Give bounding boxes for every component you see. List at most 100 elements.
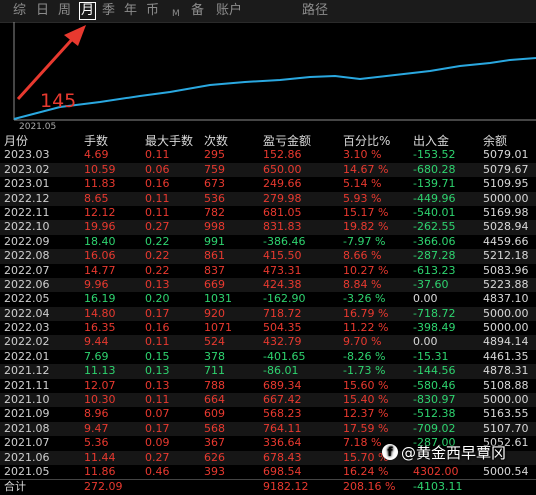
flow-cell: -680.28 (413, 162, 456, 176)
pnl-cell: 415.50 (263, 249, 302, 263)
month-cell: 2023.01 (4, 177, 50, 191)
header-deposit-withdraw[interactable]: 出入金 (413, 134, 449, 148)
table-row[interactable]: 2022.09 18.40 0.22 991 -386.46 -7.97 % -366.06… (0, 235, 536, 249)
balance-cell: 5000.54 (483, 464, 529, 478)
equity-chart-svg (13, 22, 536, 121)
table-row[interactable]: 2021.09 8.96 0.07 609 568.23 12.37 % -512.38 51… (0, 407, 536, 421)
table-row[interactable]: 2023.01 11.83 0.16 673 249.66 5.14 % -139.71 51… (0, 177, 536, 191)
max-lots-cell: 0.16 (145, 321, 170, 335)
flow-cell: -262.55 (413, 220, 456, 234)
pnl-cell: 667.42 (263, 393, 302, 407)
percent-cell: 19.82 % (343, 220, 389, 234)
tab-quarterly[interactable]: 季 (102, 3, 115, 19)
pnl-cell: 432.79 (263, 335, 302, 349)
flow-cell: 0.00 (413, 335, 438, 349)
percent-cell: 16.24 % (343, 464, 389, 478)
lots-cell: 9.96 (84, 277, 109, 291)
table-row[interactable]: 2023.03 4.69 0.11 295 152.86 3.10 % -153.52 507… (0, 148, 536, 162)
lots-cell: 11.86 (84, 464, 116, 478)
tab-monthly[interactable]: 月 (79, 2, 97, 20)
table-row[interactable]: 2022.07 14.77 0.22 837 473.31 10.27 % -613.23 5… (0, 264, 536, 278)
month-cell: 2022.03 (4, 321, 50, 335)
table-row[interactable]: 2022.01 7.69 0.15 378 -401.65 -8.26 % -15.31 44… (0, 350, 536, 364)
tab-daily[interactable]: 日 (36, 3, 49, 19)
weibo-logo-icon: f (382, 444, 398, 460)
table-row[interactable]: 2021.11 12.07 0.13 788 689.34 15.60 % -580.46 5… (0, 379, 536, 393)
header-max-lots[interactable]: 最大手数 (145, 134, 193, 148)
table-row[interactable]: 2022.04 14.80 0.17 920 718.72 16.79 % -718.72 5… (0, 306, 536, 322)
total-percent: 208.16 % (343, 480, 396, 494)
flow-cell: -366.06 (413, 234, 456, 248)
max-lots-cell: 0.11 (145, 191, 170, 205)
percent-cell: 15.40 % (343, 393, 389, 407)
table-row[interactable]: 2021.10 10.30 0.11 664 667.42 15.40 % -830.97 5… (0, 393, 536, 408)
pnl-cell: 831.83 (263, 220, 302, 234)
header-balance[interactable]: 余额 (483, 134, 507, 148)
month-cell: 2021.09 (4, 407, 50, 421)
flow-cell: -718.72 (413, 306, 456, 320)
count-cell: 920 (204, 306, 225, 320)
count-cell: 711 (204, 364, 225, 378)
month-cell: 2022.02 (4, 335, 50, 349)
pnl-cell: 279.98 (263, 191, 302, 205)
lots-cell: 9.47 (84, 421, 109, 435)
pnl-cell: 650.00 (263, 162, 302, 176)
lots-cell: 12.07 (84, 378, 116, 392)
flow-cell: -580.46 (413, 378, 456, 392)
tab-currency[interactable]: 币 (146, 3, 159, 19)
pnl-cell: 473.31 (263, 263, 302, 277)
table-row[interactable]: 2023.02 10.59 0.06 759 650.00 14.67 % -680.28 5… (0, 162, 536, 178)
header-pnl[interactable]: 盈亏金额 (263, 134, 311, 148)
month-cell: 2023.03 (4, 148, 50, 162)
month-cell: 2022.06 (4, 277, 50, 291)
tab-account[interactable]: 账户 (216, 3, 242, 19)
tab-path[interactable]: 路径 (302, 3, 328, 19)
header-lots[interactable]: 手数 (84, 134, 108, 148)
lots-cell: 11.44 (84, 450, 116, 464)
tab-yearly[interactable]: 年 (124, 3, 137, 19)
balance-cell: 5169.98 (483, 205, 529, 219)
lots-cell: 10.30 (84, 393, 116, 407)
lots-cell: 4.69 (84, 148, 109, 162)
chart-value-label: 145 (40, 90, 77, 112)
pnl-cell: 424.38 (263, 277, 302, 291)
table-row[interactable]: 2022.10 19.96 0.27 998 831.83 19.82 % -262.55 5… (0, 220, 536, 235)
percent-cell: 8.66 % (343, 249, 382, 263)
percent-cell: -1.73 % (343, 364, 386, 378)
header-percent[interactable]: 百分比% (343, 134, 390, 148)
lots-cell: 7.69 (84, 349, 109, 363)
tab-notes[interactable]: 备 (191, 3, 204, 19)
pnl-cell: 504.35 (263, 321, 302, 335)
count-cell: 673 (204, 177, 225, 191)
balance-cell: 4878.31 (483, 364, 529, 378)
lots-cell: 5.36 (84, 436, 109, 450)
table-row[interactable]: 2022.03 16.35 0.16 1071 504.35 11.22 % -398.49… (0, 321, 536, 335)
table-row[interactable]: 2022.05 16.19 0.20 1031 -162.90 -3.26 % 0.00 48… (0, 292, 536, 306)
tab-m[interactable]: M (172, 6, 180, 22)
tab-summary[interactable]: 综 (13, 3, 26, 19)
table-row[interactable]: 2021.12 11.13 0.13 711 -86.01 -1.73 % -144.56 4… (0, 364, 536, 379)
table-row[interactable]: 2022.12 8.65 0.11 536 279.98 5.93 % -449.96 500… (0, 191, 536, 206)
header-count[interactable]: 次数 (204, 134, 228, 148)
flow-cell: 0.00 (413, 292, 438, 306)
table-row[interactable]: 2021.08 9.47 0.17 568 764.11 17.59 % -709.02 51… (0, 421, 536, 437)
total-label: 合计 (4, 480, 26, 494)
lots-cell: 16.19 (84, 292, 116, 306)
table-row[interactable]: 2022.06 9.96 0.13 669 424.38 8.84 % -37.60 5223… (0, 277, 536, 293)
lots-cell: 14.77 (84, 263, 116, 277)
count-cell: 1031 (204, 292, 232, 306)
table-row[interactable]: 2022.02 9.44 0.11 524 432.79 9.70 % 0.00 4894.1… (0, 335, 536, 350)
balance-cell: 5000.00 (483, 306, 529, 320)
tab-weekly[interactable]: 周 (58, 3, 71, 19)
table-row[interactable]: 2022.08 16.06 0.22 861 415.50 8.66 % -287.28 52… (0, 249, 536, 264)
pnl-cell: 698.54 (263, 464, 302, 478)
percent-cell: 3.10 % (343, 148, 382, 162)
month-cell: 2022.01 (4, 349, 50, 363)
flow-cell: -512.38 (413, 407, 456, 421)
header-month[interactable]: 月份 (4, 134, 28, 148)
period-tab-bar: 综 日 周 月 季 年 币 M 备 账户 路径 (0, 0, 536, 23)
table-row[interactable]: 2022.11 12.12 0.11 782 681.05 15.17 % -540.01 5… (0, 206, 536, 220)
pnl-cell: 764.11 (263, 421, 302, 435)
watermark: f @黄金西早覃冈 (382, 441, 506, 463)
table-row[interactable]: 2021.05 11.86 0.46 393 698.54 16.24 % 4302.00 5… (0, 465, 536, 479)
